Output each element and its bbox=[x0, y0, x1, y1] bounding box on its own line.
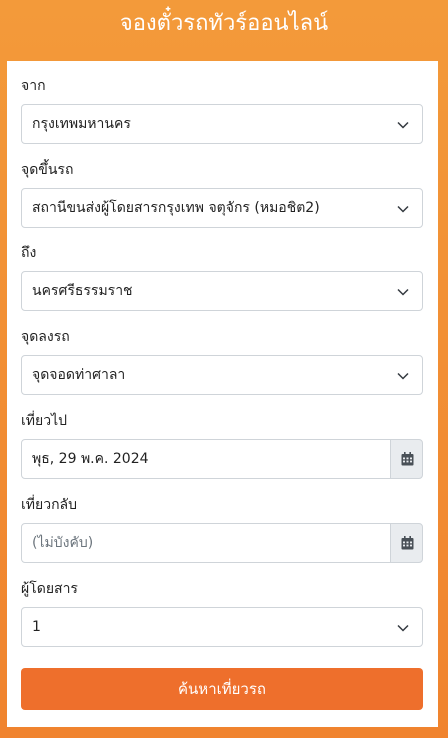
return-label: เที่ยวกลับ bbox=[21, 497, 78, 513]
pickup-select[interactable]: สถานีขนส่งผู้โดยสารกรุงเทพ จตุจักร (หมอช… bbox=[21, 188, 423, 228]
pickup-label: จุดขึ้นรถ bbox=[21, 162, 74, 178]
calendar-icon bbox=[401, 536, 414, 550]
dropoff-select[interactable]: จุดจอดท่าศาลา bbox=[21, 355, 423, 395]
page-title: จองตั๋วรถทัวร์ออนไลน์ bbox=[119, 11, 329, 36]
passengers-label: ผู้โดยสาร bbox=[21, 581, 78, 597]
to-select[interactable]: นครศรีธรรมราช bbox=[21, 271, 423, 311]
to-label: ถึง bbox=[21, 245, 37, 261]
dropoff-select-value: จุดจอดท่าศาลา bbox=[32, 367, 126, 383]
chevron-down-icon bbox=[397, 205, 409, 213]
from-label: จาก bbox=[21, 78, 46, 94]
depart-date-field bbox=[21, 439, 423, 479]
depart-label: เที่ยวไป bbox=[21, 413, 68, 429]
dropoff-label: จุดลงรถ bbox=[21, 329, 70, 345]
chevron-down-icon bbox=[397, 624, 409, 632]
from-select-value: กรุงเทพมหานคร bbox=[32, 116, 131, 132]
return-date-input[interactable] bbox=[21, 523, 391, 563]
passengers-select[interactable]: 1 bbox=[21, 607, 423, 647]
search-trips-button[interactable]: ค้นหาเที่ยวรถ bbox=[21, 668, 423, 710]
calendar-icon bbox=[401, 452, 414, 466]
from-select[interactable]: กรุงเทพมหานคร bbox=[21, 104, 423, 144]
pickup-select-value: สถานีขนส่งผู้โดยสารกรุงเทพ จตุจักร (หมอช… bbox=[32, 200, 320, 216]
return-date-field bbox=[21, 523, 423, 563]
depart-date-picker-button[interactable] bbox=[390, 439, 423, 479]
chevron-down-icon bbox=[397, 288, 409, 296]
depart-date-input[interactable] bbox=[21, 439, 391, 479]
passengers-select-value: 1 bbox=[32, 619, 41, 635]
chevron-down-icon bbox=[397, 121, 409, 129]
to-select-value: นครศรีธรรมราช bbox=[32, 283, 133, 299]
return-date-picker-button[interactable] bbox=[390, 523, 423, 563]
chevron-down-icon bbox=[397, 372, 409, 380]
booking-form: จาก กรุงเทพมหานคร จุดขึ้นรถ สถานีขนส่งผู… bbox=[7, 61, 438, 727]
